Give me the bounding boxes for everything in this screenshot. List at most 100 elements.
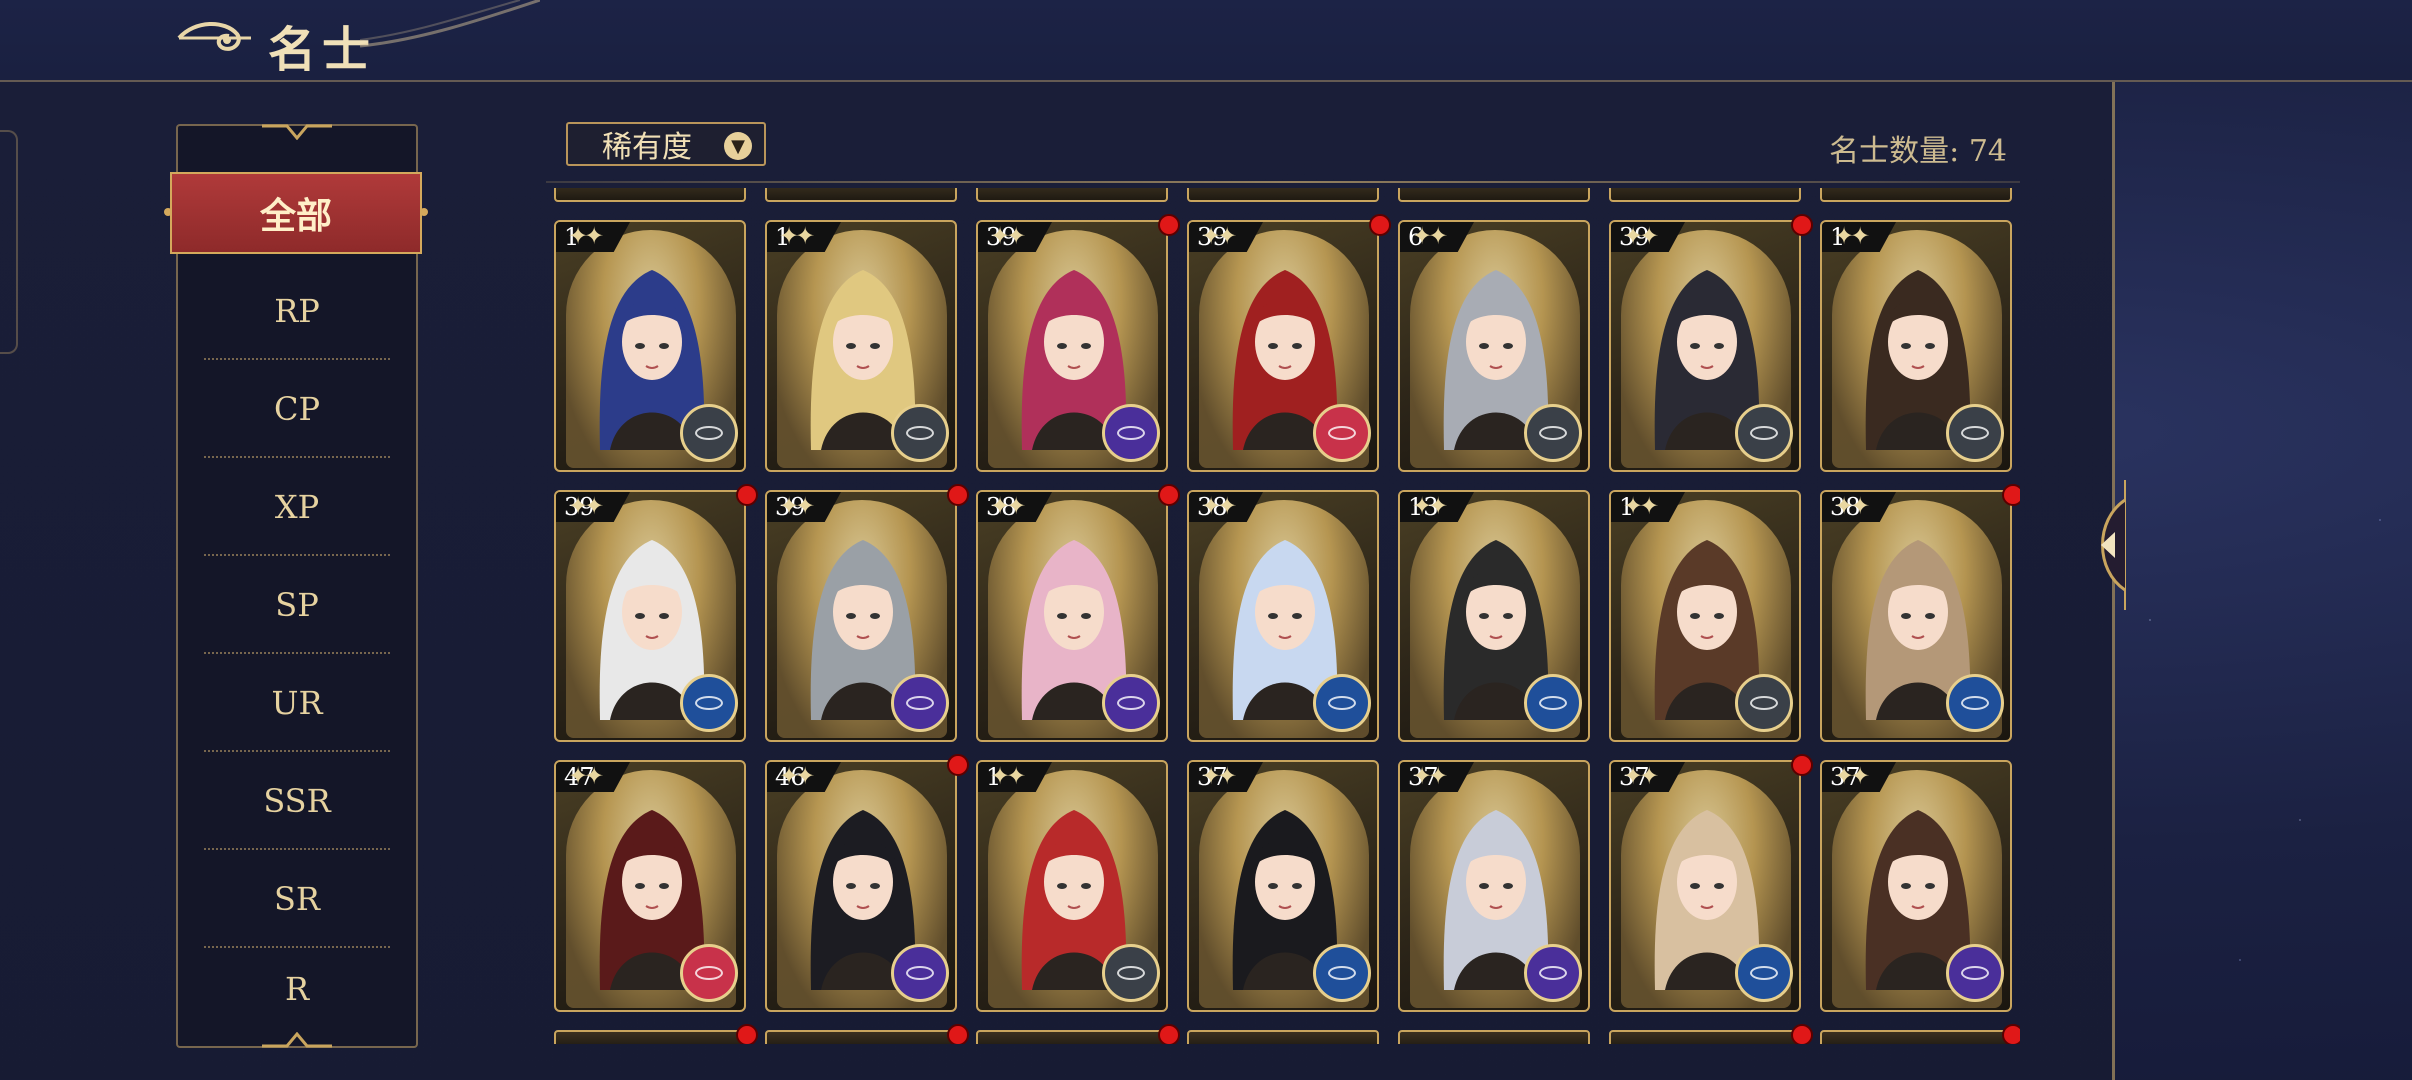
element-icon (680, 674, 738, 732)
grid-top-divider (546, 181, 2020, 183)
character-card[interactable]: 38 ✦✦ (1820, 490, 2012, 742)
notification-dot (1791, 1024, 1813, 1044)
character-card[interactable]: 46 ✦✦ (765, 760, 957, 1012)
character-card-partial[interactable] (554, 188, 746, 202)
filter-label: R (284, 970, 310, 1008)
ornament-dot (164, 208, 172, 216)
character-card-partial[interactable] (976, 1030, 1168, 1044)
filter-label: RP (274, 292, 320, 330)
notification-dot (1791, 754, 1813, 776)
character-card[interactable]: 38 ✦✦ (1187, 490, 1379, 742)
character-card[interactable]: 39 ✦✦ (765, 490, 957, 742)
element-icon (1102, 674, 1160, 732)
filter-all-button[interactable]: 全部 (164, 172, 428, 254)
sort-dropdown[interactable]: 稀有度 ▼ (566, 122, 766, 166)
cloud-ornament-icon (177, 21, 251, 51)
rarity-filter-sidebar: RP CP XP SP UR SSR SR R (176, 124, 418, 1048)
notification-dot (2002, 1024, 2020, 1044)
element-icon (1946, 944, 2004, 1002)
character-card-partial[interactable] (554, 1030, 746, 1044)
character-card[interactable]: 39 ✦✦ (976, 220, 1168, 472)
element-icon (1313, 404, 1371, 462)
character-card[interactable]: 6 ✦✦ (1398, 220, 1590, 472)
character-card[interactable]: 37 ✦✦ (1187, 760, 1379, 1012)
element-icon (891, 944, 949, 1002)
character-card-partial[interactable] (1820, 188, 2012, 202)
notification-dot (947, 1024, 969, 1044)
filter-cp[interactable]: CP (178, 360, 416, 458)
filter-sr[interactable]: SR (178, 850, 416, 948)
element-icon (891, 404, 949, 462)
character-card[interactable]: 38 ✦✦ (976, 490, 1168, 742)
element-icon (1735, 404, 1793, 462)
character-card[interactable]: 37 ✦✦ (1398, 760, 1590, 1012)
sort-label: 稀有度 (602, 130, 692, 165)
character-card-partial[interactable] (976, 188, 1168, 202)
header-bar: 名士 (0, 0, 2412, 82)
character-card-partial[interactable] (1398, 1030, 1590, 1044)
filter-ur[interactable]: UR (178, 654, 416, 752)
character-card-partial[interactable] (765, 1030, 957, 1044)
filter-label: XP (274, 488, 320, 526)
element-icon (1524, 404, 1582, 462)
notification-dot (736, 1024, 758, 1044)
character-card[interactable]: 1 ✦✦ (1820, 220, 2012, 472)
character-card-partial[interactable] (765, 188, 957, 202)
character-card[interactable]: 1 ✦✦ (765, 220, 957, 472)
notification-dot (947, 754, 969, 776)
character-card-partial[interactable] (1609, 188, 1801, 202)
left-edge-tab[interactable] (0, 130, 18, 354)
notification-dot (947, 484, 969, 506)
character-card[interactable]: 37 ✦✦ (1820, 760, 2012, 1012)
element-icon (1735, 674, 1793, 732)
character-card[interactable]: 1 ✦✦ (1609, 490, 1801, 742)
character-card[interactable]: 39 ✦✦ (1187, 220, 1379, 472)
element-icon (680, 944, 738, 1002)
collapse-panel-button[interactable] (2085, 480, 2135, 610)
notification-dot (2002, 484, 2020, 506)
filter-label: CP (273, 390, 320, 428)
element-icon (891, 674, 949, 732)
ornament-dot (420, 208, 428, 216)
notification-dot (736, 484, 758, 506)
filter-ssr[interactable]: SSR (178, 752, 416, 850)
element-icon (1102, 944, 1160, 1002)
character-card-partial[interactable] (1609, 1030, 1801, 1044)
filter-label: SSR (263, 782, 331, 820)
filter-rp[interactable]: RP (178, 262, 416, 360)
element-icon (1313, 674, 1371, 732)
character-card[interactable]: 13 ✦✦ (1398, 490, 1590, 742)
element-icon (1946, 674, 2004, 732)
character-card[interactable]: 37 ✦✦ (1609, 760, 1801, 1012)
notification-dot (1158, 484, 1180, 506)
character-grid[interactable]: 1 ✦✦ 1 ✦✦ 39 ✦✦ 39 ✦✦ 6 ✦✦ 39 ✦✦ 1 ✦✦ 39 ✦✦ 39 ✦✦ 38 ✦✦ 38 ✦✦… (550, 188, 2020, 1044)
character-card[interactable]: 39 ✦✦ (554, 490, 746, 742)
character-card-partial[interactable] (1398, 188, 1590, 202)
filter-sp[interactable]: SP (178, 556, 416, 654)
element-icon (680, 404, 738, 462)
character-card[interactable]: 39 ✦✦ (1609, 220, 1801, 472)
element-icon (1524, 944, 1582, 1002)
element-icon (1735, 944, 1793, 1002)
header-swoosh-decoration (360, 0, 540, 48)
sidebar-top-ornament (262, 124, 332, 140)
element-icon (1946, 404, 2004, 462)
filter-all-label: 全部 (259, 195, 332, 237)
notification-dot (1158, 1024, 1180, 1044)
chevron-down-icon: ▼ (724, 132, 752, 160)
character-card[interactable]: 47 ✦✦ (554, 760, 746, 1012)
filter-label: SP (275, 586, 319, 624)
character-card[interactable]: 1 ✦✦ (554, 220, 746, 472)
character-card-partial[interactable] (1820, 1030, 2012, 1044)
chevron-left-icon (2101, 480, 2126, 610)
character-card[interactable]: 1 ✦✦ (976, 760, 1168, 1012)
character-card-partial[interactable] (1187, 1030, 1379, 1044)
sidebar-bottom-ornament (262, 1032, 332, 1048)
character-card-partial[interactable] (1187, 188, 1379, 202)
element-icon (1524, 674, 1582, 732)
filter-label: SR (273, 880, 320, 918)
filter-r[interactable]: R (178, 948, 416, 1008)
element-icon (1102, 404, 1160, 462)
notification-dot (1791, 214, 1813, 236)
filter-xp[interactable]: XP (178, 458, 416, 556)
